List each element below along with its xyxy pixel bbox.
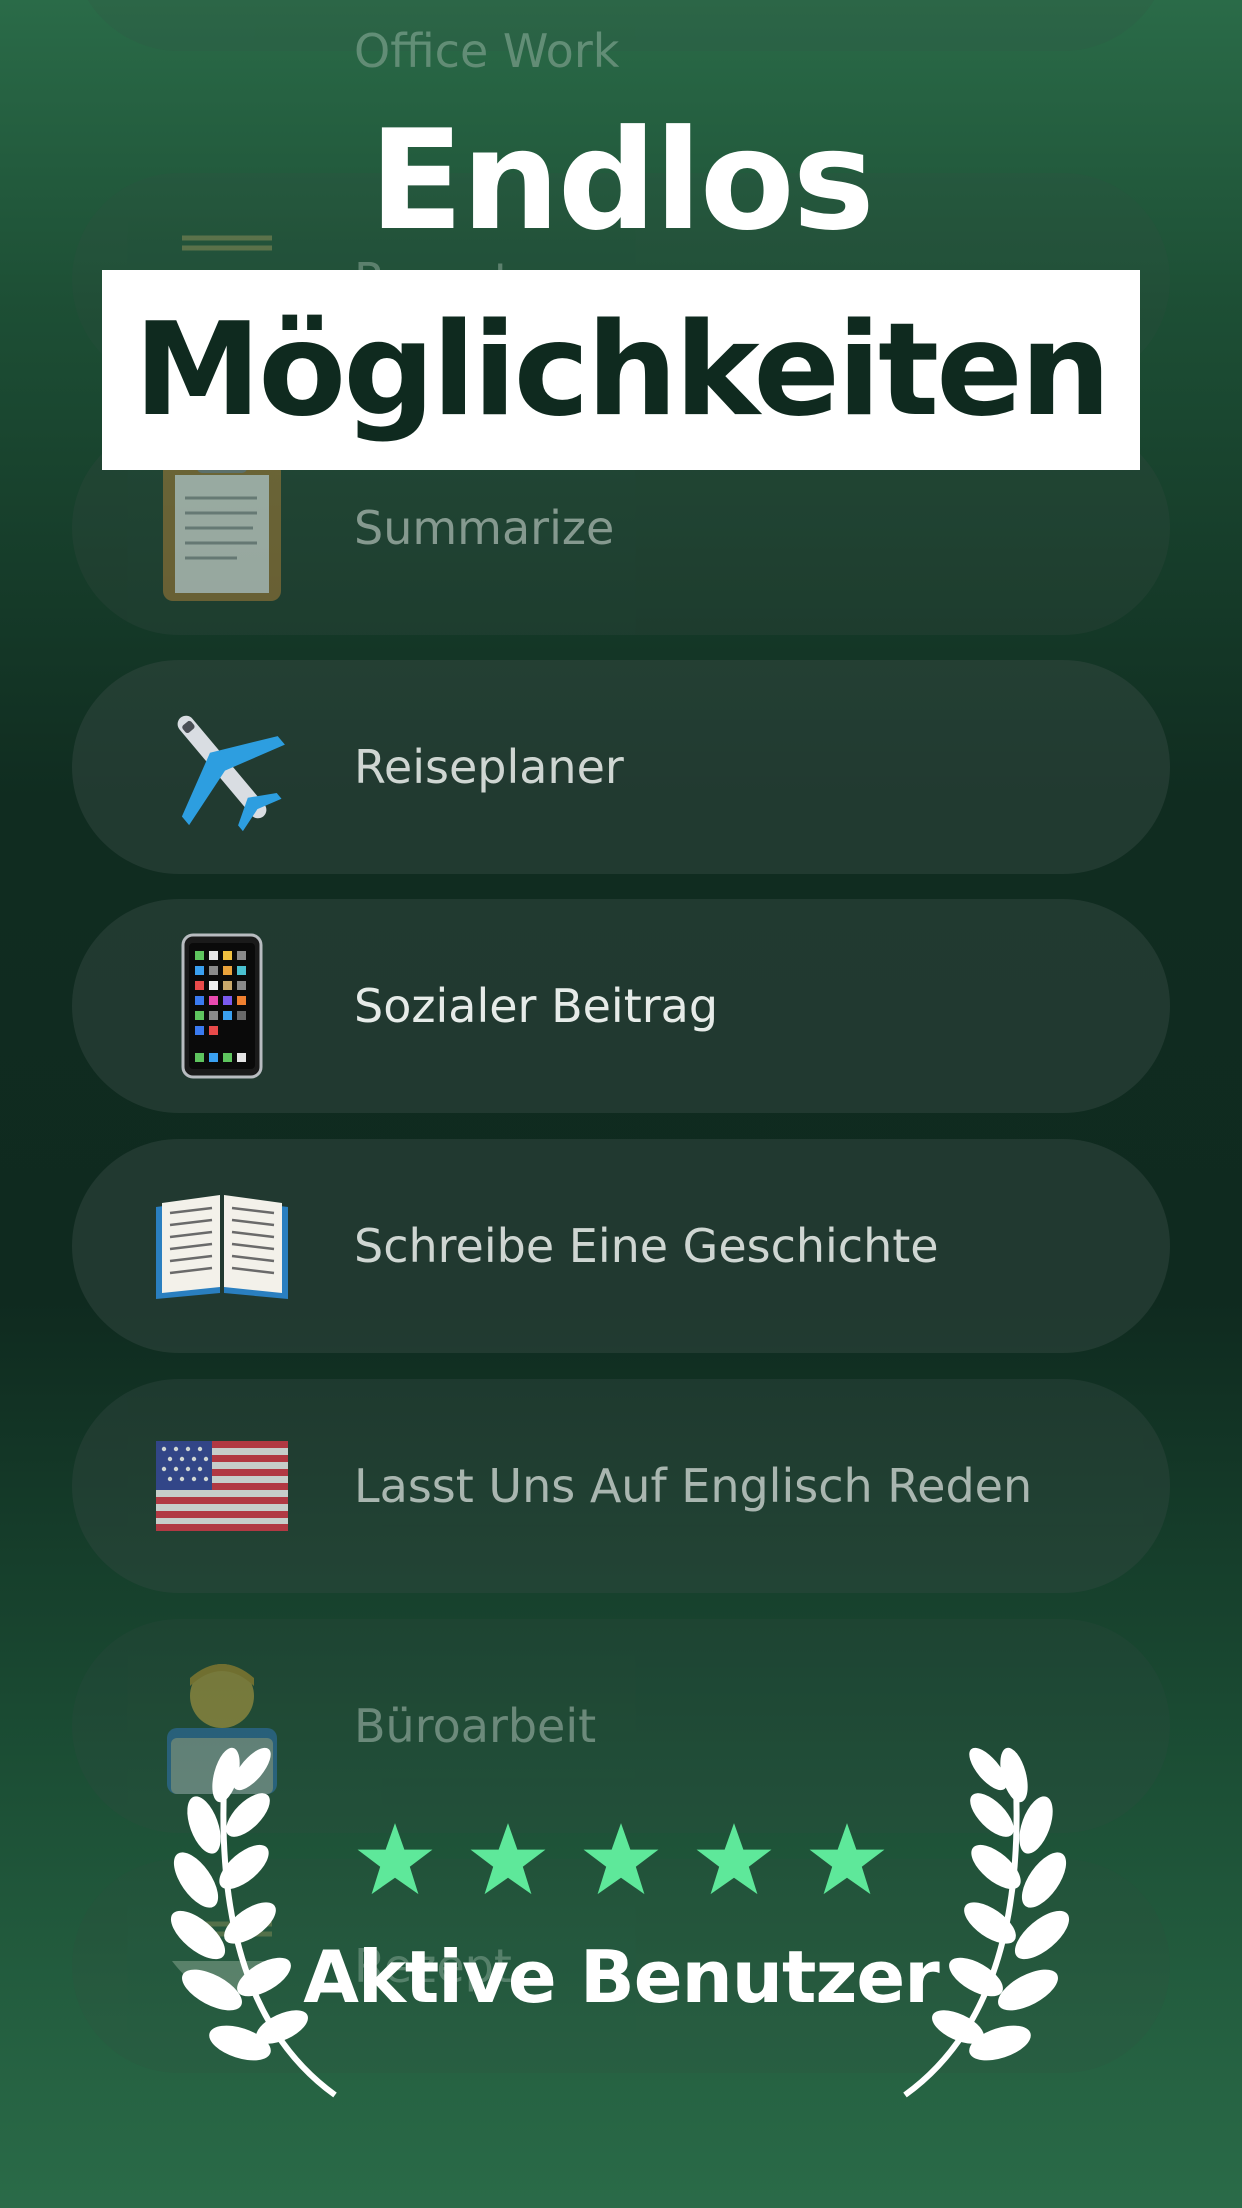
open-book-icon — [152, 1176, 292, 1316]
list-item-office-work[interactable]: Office Work — [72, 0, 1170, 78]
list-item-label: Sozialer Beitrag — [354, 979, 719, 1033]
list-item-speak-english[interactable]: Lasst Uns Auf Englisch Reden — [72, 1379, 1170, 1593]
airplane-icon — [152, 697, 292, 837]
headline-line-1: Endlos — [369, 100, 875, 261]
list-item-travel-planner[interactable]: Reiseplaner — [72, 660, 1170, 874]
star-icon — [809, 1823, 885, 1895]
list-item-social-post[interactable]: Sozialer Beitrag — [72, 899, 1170, 1113]
list-item-label: Lasst Uns Auf Englisch Reden — [354, 1459, 1033, 1513]
list-item-label: Schreibe Eine Geschichte — [354, 1219, 939, 1273]
star-icon — [583, 1823, 659, 1895]
list-item-label: Büroarbeit — [354, 1699, 597, 1753]
laurel-right-icon — [903, 1747, 1070, 2098]
smartphone-icon — [152, 933, 292, 1079]
laptop-icon — [152, 0, 292, 14]
rating-label: Aktive Benutzer — [303, 1935, 939, 2019]
list-item-write-story[interactable]: Schreibe Eine Geschichte — [72, 1139, 1170, 1353]
laurel-left-icon — [170, 1747, 337, 2098]
list-item-label: Office Work — [354, 24, 620, 78]
list-item-label: Reiseplaner — [354, 740, 624, 794]
headline-highlight: Möglichkeiten — [102, 270, 1140, 470]
headline-line-2: Möglichkeiten — [133, 295, 1111, 445]
rating-stars — [356, 1820, 886, 1898]
star-icon — [696, 1823, 772, 1895]
star-icon — [357, 1823, 433, 1895]
clipboard-icon — [152, 453, 292, 601]
star-icon — [470, 1823, 546, 1895]
list-item-label: Summarize — [354, 501, 615, 555]
us-flag-icon — [152, 1416, 292, 1556]
